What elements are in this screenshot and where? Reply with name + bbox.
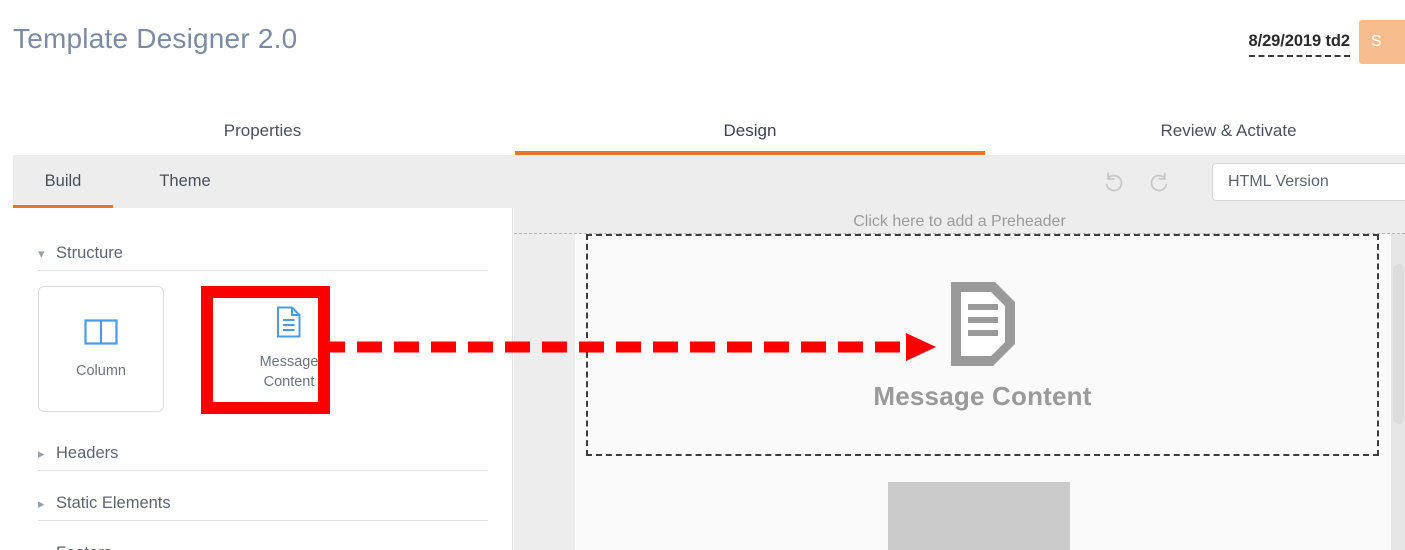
section-headers-label: Headers xyxy=(56,443,119,462)
design-canvas: Click here to add a Preheader Message Co… xyxy=(514,208,1405,550)
section-structure-label: Structure xyxy=(56,243,123,262)
section-footers[interactable]: ▸ Footers xyxy=(38,536,488,550)
top-bar: Template Designer 2.0 8/29/2019 td2 S xyxy=(0,0,1405,88)
chevron-down-icon: ▾ xyxy=(38,245,45,261)
document-name-value[interactable]: 8/29/2019 td2 xyxy=(1248,32,1350,57)
section-static-elements[interactable]: ▸ Static Elements xyxy=(38,486,488,521)
tab-properties[interactable]: Properties xyxy=(15,88,510,155)
section-structure[interactable]: ▾ Structure xyxy=(38,236,488,271)
chevron-right-icon: ▸ xyxy=(38,495,45,511)
tab-build[interactable]: Build xyxy=(13,155,113,208)
preheader-prompt[interactable]: Click here to add a Preheader xyxy=(514,213,1405,231)
build-card-column-label: Column xyxy=(76,362,126,379)
two-column-icon xyxy=(84,317,118,352)
html-version-select[interactable]: HTML Version xyxy=(1212,163,1405,201)
section-footers-label: Footers xyxy=(56,544,112,550)
document-icon xyxy=(276,306,302,343)
redo-icon[interactable] xyxy=(1146,169,1172,195)
save-button[interactable]: S xyxy=(1359,20,1405,64)
message-content-dropzone[interactable]: Message Content xyxy=(586,234,1379,456)
tab-design[interactable]: Design xyxy=(515,88,985,155)
email-stage: Message Content 150 x 150 xyxy=(575,234,1405,550)
build-card-message-content-label: Message Content xyxy=(259,353,319,390)
build-card-message-content[interactable]: Message Content xyxy=(226,286,352,412)
image-placeholder[interactable]: 150 x 150 xyxy=(888,482,1070,550)
undo-icon[interactable] xyxy=(1101,169,1127,195)
canvas-scrollbar[interactable] xyxy=(1391,234,1405,550)
chevron-right-icon: ▸ xyxy=(38,547,56,550)
section-headers[interactable]: ▸ Headers xyxy=(38,436,488,471)
build-card-column[interactable]: Column xyxy=(38,286,164,412)
section-static-elements-label: Static Elements xyxy=(56,493,171,512)
sub-tab-bar: Build Theme xyxy=(13,155,1405,208)
tab-theme[interactable]: Theme xyxy=(126,155,244,208)
tab-review[interactable]: Review & Activate xyxy=(990,88,1405,155)
document-name-field[interactable]: 8/29/2019 td2 xyxy=(1248,32,1350,57)
main-tab-bar: Properties Design Review & Activate xyxy=(0,88,1405,155)
canvas-scrollbar-thumb[interactable] xyxy=(1393,264,1404,424)
message-content-dropzone-label: Message Content xyxy=(873,381,1092,411)
document-icon xyxy=(945,278,1021,375)
build-panel: ▾ Structure Column Message Content ▸ Hea… xyxy=(13,208,513,550)
page-title: Template Designer 2.0 xyxy=(13,23,298,54)
chevron-right-icon: ▸ xyxy=(38,445,45,461)
